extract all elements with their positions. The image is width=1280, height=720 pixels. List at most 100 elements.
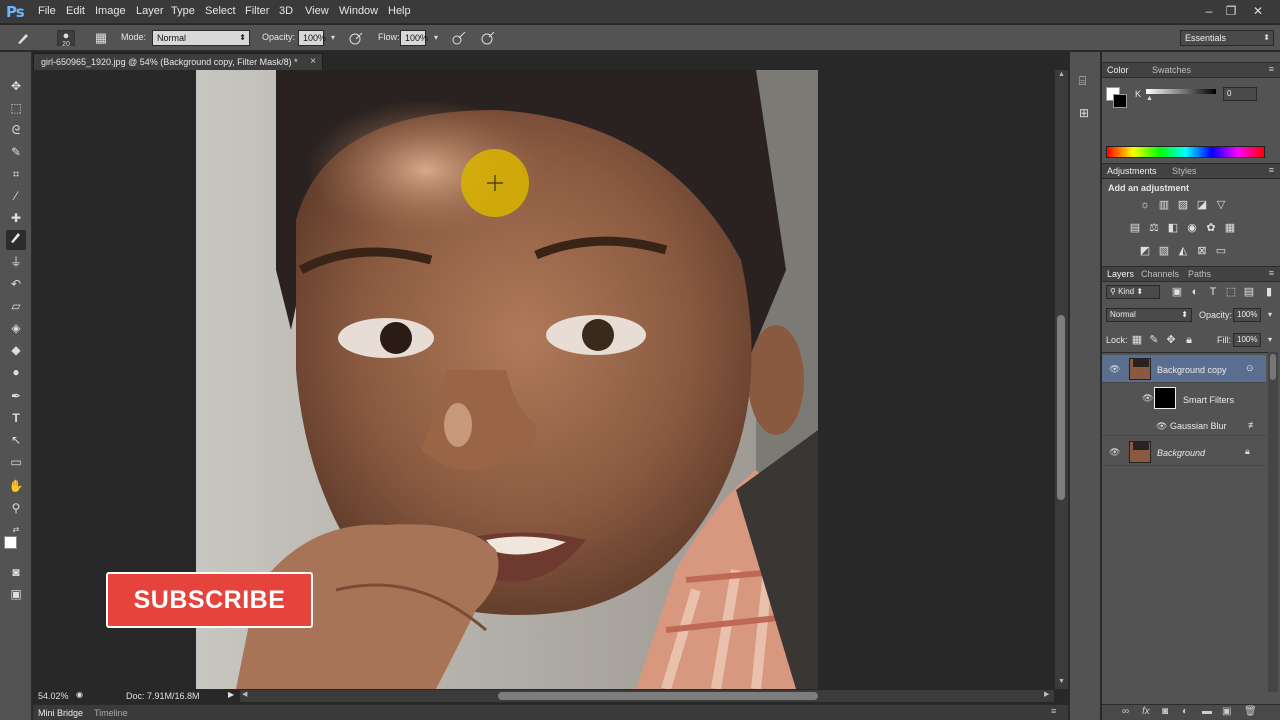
layer-row-smart-filters[interactable]: 👁︎ Smart Filters: [1102, 384, 1266, 414]
lock-image-icon[interactable]: ✎: [1147, 333, 1161, 347]
color-lookup-icon[interactable]: ▦: [1223, 221, 1237, 235]
filter-shape-icon[interactable]: ⬚: [1224, 285, 1238, 299]
filter-smart-object-icon[interactable]: ▤: [1242, 285, 1256, 299]
layer-row-gaussian-blur[interactable]: 👁︎ Gaussian Blur ≢: [1102, 416, 1266, 436]
filter-adjustment-icon[interactable]: ◐: [1188, 285, 1202, 299]
quick-mask-icon[interactable]: ◙: [6, 562, 26, 582]
blend-mode-select[interactable]: Normal ⬍: [1106, 308, 1192, 322]
lasso-tool-icon[interactable]: ᘓ: [6, 120, 26, 140]
photo-filter-icon[interactable]: ◉: [1185, 221, 1199, 235]
threshold-icon[interactable]: ◭: [1176, 244, 1190, 258]
path-selection-tool-icon[interactable]: ↖: [6, 430, 26, 450]
hand-tool-icon[interactable]: ✋: [6, 476, 26, 496]
add-mask-icon[interactable]: ◙: [1162, 706, 1168, 717]
visibility-eye-icon[interactable]: 👁︎: [1156, 421, 1168, 431]
fill-input[interactable]: 100%: [1233, 333, 1261, 347]
pen-tool-icon[interactable]: ✒: [6, 386, 26, 406]
new-group-icon[interactable]: ▬: [1202, 706, 1212, 717]
blur-tool-icon[interactable]: ◆: [6, 340, 26, 360]
color-panel-menu-icon[interactable]: ≡: [1269, 64, 1274, 74]
curves-icon[interactable]: ▨: [1176, 198, 1190, 212]
zoom-level[interactable]: 54.02%: [38, 691, 69, 701]
history-brush-tool-icon[interactable]: ↶: [6, 274, 26, 294]
brightness-contrast-icon[interactable]: ☼: [1138, 198, 1152, 212]
visibility-eye-icon[interactable]: 👁︎: [1142, 393, 1154, 403]
layer-opacity-input[interactable]: 100%: [1233, 308, 1261, 322]
lock-position-icon[interactable]: ✥: [1164, 333, 1178, 347]
fill-dropdown-icon[interactable]: ▾: [1263, 333, 1277, 347]
layers-scrollbar[interactable]: [1268, 352, 1278, 692]
menu-image[interactable]: Image: [95, 5, 126, 17]
panel-menu-icon[interactable]: ≡: [1051, 706, 1056, 716]
menu-filter[interactable]: Filter: [245, 5, 269, 17]
tab-channels[interactable]: Channels: [1141, 269, 1179, 279]
brush-preset-picker[interactable]: ● 20: [57, 30, 75, 48]
foreground-color-swatch[interactable]: [4, 536, 17, 549]
black-white-icon[interactable]: ◧: [1166, 221, 1180, 235]
screen-mode-icon[interactable]: ▣: [6, 584, 26, 604]
k-slider-thumb-icon[interactable]: ▲: [1146, 95, 1153, 102]
new-layer-icon[interactable]: ▣: [1222, 706, 1231, 717]
eraser-tool-icon[interactable]: ▱: [6, 296, 26, 316]
horizontal-scroll-thumb[interactable]: [498, 692, 818, 700]
close-window-button[interactable]: ✕: [1247, 3, 1269, 19]
minimize-button[interactable]: –: [1198, 3, 1220, 19]
lock-transparent-icon[interactable]: ▦: [1130, 333, 1144, 347]
bg-color-chip[interactable]: [1113, 94, 1127, 108]
layer-row-background[interactable]: 👁︎ Background 🔒︎: [1102, 438, 1266, 466]
doc-size-info[interactable]: Doc: 7.91M/16.8M: [126, 691, 200, 701]
visibility-eye-icon[interactable]: 👁︎: [1109, 447, 1121, 457]
vibrance-icon[interactable]: ▽: [1214, 198, 1228, 212]
filter-toggle-icon[interactable]: ▮: [1262, 285, 1276, 299]
export-icon[interactable]: ◉: [76, 690, 83, 699]
tab-styles[interactable]: Styles: [1172, 166, 1197, 176]
color-balance-icon[interactable]: ⚖: [1147, 221, 1161, 235]
subscribe-button[interactable]: SUBSCRIBE: [106, 572, 313, 628]
restore-button[interactable]: ❐: [1220, 3, 1242, 19]
workspace-select[interactable]: Essentials ⬍: [1180, 30, 1274, 46]
layer-filter-kind-select[interactable]: ⚲ Kind ⬍: [1106, 285, 1160, 299]
clone-stamp-tool-icon[interactable]: ⏚: [6, 252, 26, 272]
menu-3d[interactable]: 3D: [279, 5, 293, 17]
move-tool-icon[interactable]: ✥: [6, 76, 26, 96]
pressure-size-icon[interactable]: [480, 30, 496, 46]
status-menu-arrow-icon[interactable]: ▶: [228, 690, 234, 699]
layers-panel-menu-icon[interactable]: ≡: [1269, 268, 1274, 278]
layer-style-icon[interactable]: fx: [1142, 706, 1150, 717]
menu-type[interactable]: Type: [171, 5, 195, 17]
adjustments-panel-menu-icon[interactable]: ≡: [1269, 165, 1274, 175]
menu-view[interactable]: View: [305, 5, 329, 17]
filter-blending-options-icon[interactable]: ≢: [1248, 420, 1257, 430]
vertical-scroll-thumb[interactable]: [1057, 315, 1065, 500]
tab-paths[interactable]: Paths: [1188, 269, 1211, 279]
opacity-input[interactable]: 100%: [298, 30, 326, 46]
lock-all-icon[interactable]: 🔒︎: [1182, 333, 1196, 347]
zoom-tool-icon[interactable]: ⚲: [6, 498, 26, 518]
invert-icon[interactable]: ◩: [1138, 244, 1152, 258]
selective-color-icon[interactable]: ⊠: [1195, 244, 1209, 258]
delete-layer-icon[interactable]: 🗑︎: [1244, 706, 1257, 717]
menu-file[interactable]: File: [38, 5, 56, 17]
tab-timeline[interactable]: Timeline: [94, 708, 128, 718]
airbrush-icon[interactable]: [451, 30, 467, 46]
mode-select[interactable]: Normal ⬍: [152, 30, 250, 46]
levels-icon[interactable]: ▥: [1157, 198, 1171, 212]
tab-mini-bridge[interactable]: Mini Bridge: [38, 708, 83, 718]
k-channel-input[interactable]: 0: [1223, 87, 1257, 101]
channel-mixer-icon[interactable]: ✿: [1204, 221, 1218, 235]
menu-layer[interactable]: Layer: [136, 5, 164, 17]
brush-tool-icon[interactable]: [15, 30, 31, 46]
tab-swatches[interactable]: Swatches: [1152, 65, 1191, 75]
color-spectrum-bar[interactable]: [1106, 146, 1265, 158]
history-panel-icon[interactable]: ⌸: [1079, 74, 1086, 89]
tab-color[interactable]: Color: [1107, 65, 1129, 75]
k-channel-slider[interactable]: [1146, 89, 1216, 94]
menu-select[interactable]: Select: [205, 5, 236, 17]
filter-type-icon[interactable]: T: [1206, 285, 1220, 299]
shape-tool-icon[interactable]: ▭: [6, 452, 26, 472]
filter-pixel-icon[interactable]: ▣: [1170, 285, 1184, 299]
gradient-map-icon[interactable]: ▭: [1214, 244, 1228, 258]
hue-saturation-icon[interactable]: ▤: [1128, 221, 1142, 235]
tab-layers[interactable]: Layers: [1107, 269, 1134, 279]
properties-panel-icon[interactable]: ⊞: [1079, 106, 1089, 120]
